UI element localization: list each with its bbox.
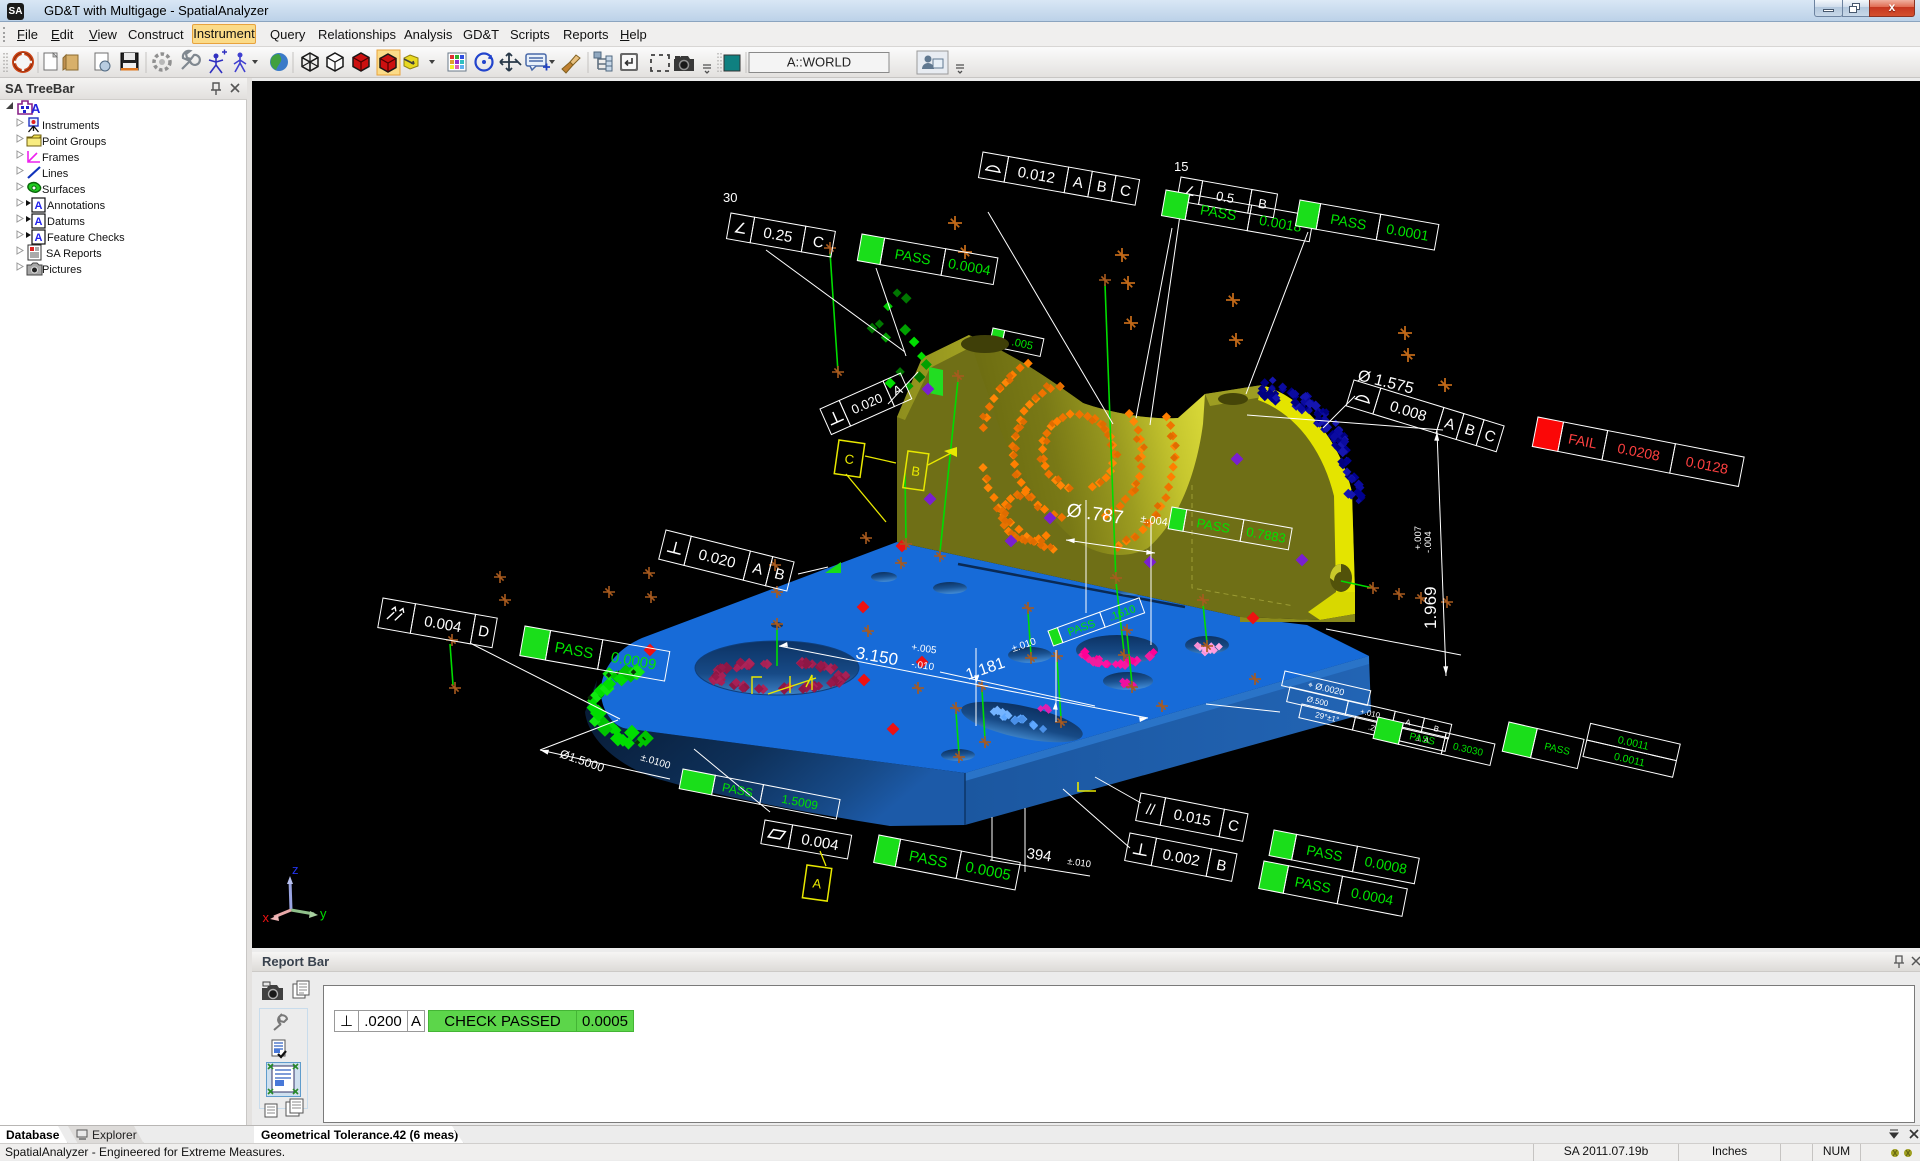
svg-text:C: C <box>1226 817 1240 836</box>
svg-text://: // <box>1145 801 1157 819</box>
svg-text:-.004: -.004 <box>1423 531 1434 553</box>
svg-text:Ø 1.575: Ø 1.575 <box>1356 367 1415 397</box>
svg-text:PASS: PASS <box>1294 873 1333 896</box>
svg-text:.005: .005 <box>1010 336 1033 352</box>
svg-text:C: C <box>1482 427 1497 446</box>
svg-text:D: D <box>477 623 491 642</box>
svg-text:0.012: 0.012 <box>1016 164 1056 187</box>
svg-text:A: A <box>31 101 41 116</box>
svg-text:x: x <box>263 910 270 925</box>
svg-text:C: C <box>844 451 855 467</box>
svg-text:A: A <box>890 381 904 398</box>
svg-text:0.0011: 0.0011 <box>1613 751 1646 770</box>
svg-text:PASS: PASS <box>1329 211 1368 233</box>
svg-text:PASS: PASS <box>1305 842 1344 865</box>
svg-text:Lines: Lines <box>42 168 69 180</box>
svg-text:Surfaces: Surfaces <box>42 184 86 196</box>
svg-text:A: A <box>1404 717 1412 727</box>
svg-text:A: A <box>35 200 43 212</box>
svg-text:Datums: Datums <box>47 216 85 228</box>
svg-text:C: C <box>1119 182 1133 201</box>
svg-text:Feature Checks: Feature Checks <box>47 232 125 244</box>
svg-text:y: y <box>320 906 327 921</box>
svg-text:Ø1.5000: Ø1.5000 <box>558 747 606 775</box>
svg-text:PASS: PASS <box>907 848 948 872</box>
svg-text:PASS: PASS <box>553 639 594 662</box>
svg-text:C: C <box>811 233 825 252</box>
svg-text:B: B <box>1257 196 1268 212</box>
svg-text:0.0208: 0.0208 <box>1616 440 1661 464</box>
svg-text:0.004: 0.004 <box>423 613 463 636</box>
svg-text:A::WORLD: A::WORLD <box>787 55 851 70</box>
svg-text:30: 30 <box>723 190 737 205</box>
svg-text:0.0128: 0.0128 <box>1684 453 1729 477</box>
svg-text:z: z <box>292 862 299 877</box>
svg-text:Instruments: Instruments <box>42 120 100 132</box>
svg-text:A: A <box>35 216 43 228</box>
svg-text:Point Groups: Point Groups <box>42 136 107 148</box>
svg-text:A: A <box>1442 415 1457 434</box>
svg-text:0.0008: 0.0008 <box>1363 853 1408 877</box>
svg-text:Annotations: Annotations <box>47 200 106 212</box>
svg-text:A: A <box>35 232 43 244</box>
svg-text:0.3030: 0.3030 <box>1452 741 1485 759</box>
svg-text:0.004: 0.004 <box>800 831 840 854</box>
svg-text:FAIL: FAIL <box>1567 430 1599 451</box>
svg-text:PASS: PASS <box>1543 741 1571 758</box>
svg-text:PASS: PASS <box>894 246 933 268</box>
svg-text:A: A <box>751 560 765 579</box>
svg-text:A: A <box>812 876 823 892</box>
svg-text:0.0011: 0.0011 <box>1617 734 1650 753</box>
svg-text:SA Reports: SA Reports <box>46 248 102 260</box>
svg-text:1.969: 1.969 <box>1421 586 1440 629</box>
svg-text:0.020: 0.020 <box>697 546 738 572</box>
svg-text:0.25: 0.25 <box>762 224 794 246</box>
svg-text:15: 15 <box>1174 159 1188 174</box>
svg-text:Pictures: Pictures <box>42 264 82 276</box>
svg-text:±.010: ±.010 <box>1067 856 1092 870</box>
svg-text:∠: ∠ <box>732 219 748 238</box>
svg-text:B: B <box>1215 857 1228 876</box>
svg-text:0.002: 0.002 <box>1161 846 1201 870</box>
svg-text:B: B <box>1433 724 1440 734</box>
svg-text:0.008: 0.008 <box>1388 398 1429 425</box>
svg-text:A: A <box>1072 174 1085 192</box>
svg-text:Frames: Frames <box>42 152 80 164</box>
svg-text:0.0004: 0.0004 <box>947 255 992 278</box>
svg-text:0.015: 0.015 <box>1172 806 1212 830</box>
svg-text:B: B <box>1095 178 1108 196</box>
svg-text:394: 394 <box>1025 845 1052 865</box>
svg-text:0.0001: 0.0001 <box>1385 221 1430 244</box>
svg-text:0.0004: 0.0004 <box>1350 884 1395 908</box>
svg-text:B: B <box>1463 421 1478 440</box>
